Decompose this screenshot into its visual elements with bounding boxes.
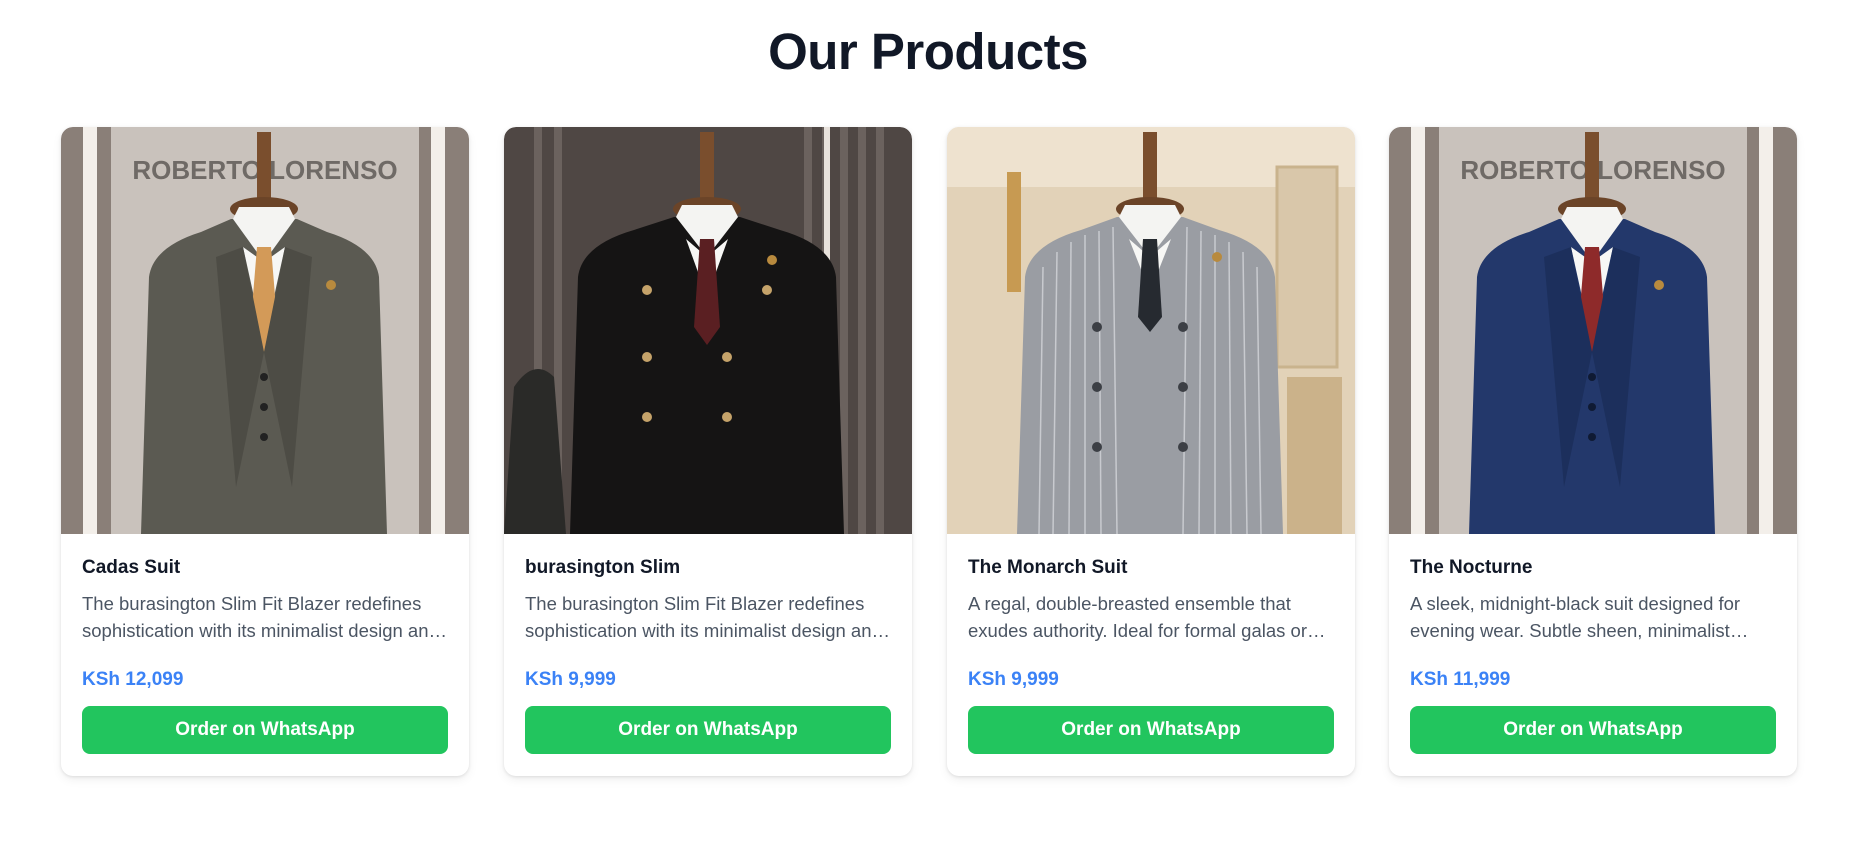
- product-info: Cadas Suit The burasington Slim Fit Blaz…: [61, 534, 469, 776]
- product-description: The burasington Slim Fit Blazer redefine…: [525, 593, 882, 641]
- product-price: KSh 9,999: [968, 669, 1059, 690]
- order-on-whatsapp-button[interactable]: Order on WhatsApp: [1410, 706, 1776, 754]
- order-on-whatsapp-button[interactable]: Order on WhatsApp: [82, 706, 448, 754]
- product-info: The Nocturne A sleek, midnight-black sui…: [1389, 534, 1797, 776]
- product-image[interactable]: ROBERTO LORENSO: [1389, 127, 1797, 534]
- product-name: The Monarch Suit: [968, 557, 1128, 578]
- product-card: ROBERTO LORENSO The Nocturne A sleek, mi…: [1389, 127, 1797, 776]
- product-price: KSh 12,099: [82, 669, 184, 690]
- section-title: Our Products: [768, 23, 1088, 80]
- order-on-whatsapp-button[interactable]: Order on WhatsApp: [525, 706, 891, 754]
- product-price: KSh 9,999: [525, 669, 616, 690]
- product-price: KSh 11,999: [1410, 669, 1511, 690]
- product-card: The Monarch Suit A regal, double-breaste…: [947, 127, 1355, 776]
- product-name: burasington Slim: [525, 557, 681, 578]
- product-name: Cadas Suit: [82, 557, 181, 578]
- product-image[interactable]: [504, 127, 912, 534]
- order-on-whatsapp-button[interactable]: Order on WhatsApp: [968, 706, 1334, 754]
- product-grid: ROBERTO LORENSO Cadas Suit The burasingt…: [0, 127, 1856, 777]
- product-description: The burasington Slim Fit Blazer redefine…: [82, 593, 439, 641]
- product-info: The Monarch Suit A regal, double-breaste…: [947, 534, 1355, 776]
- product-description: A regal, double-breasted ensemble that e…: [968, 593, 1307, 641]
- product-description: A sleek, midnight-black suit designed fo…: [1410, 593, 1741, 641]
- product-image[interactable]: ROBERTO LORENSO: [61, 127, 469, 534]
- product-card: ROBERTO LORENSO Cadas Suit The burasingt…: [61, 127, 469, 776]
- product-info: burasington Slim The burasington Slim Fi…: [504, 534, 912, 776]
- product-image[interactable]: [947, 127, 1355, 534]
- product-name: The Nocturne: [1410, 557, 1533, 578]
- product-card: burasington Slim The burasington Slim Fi…: [504, 127, 912, 776]
